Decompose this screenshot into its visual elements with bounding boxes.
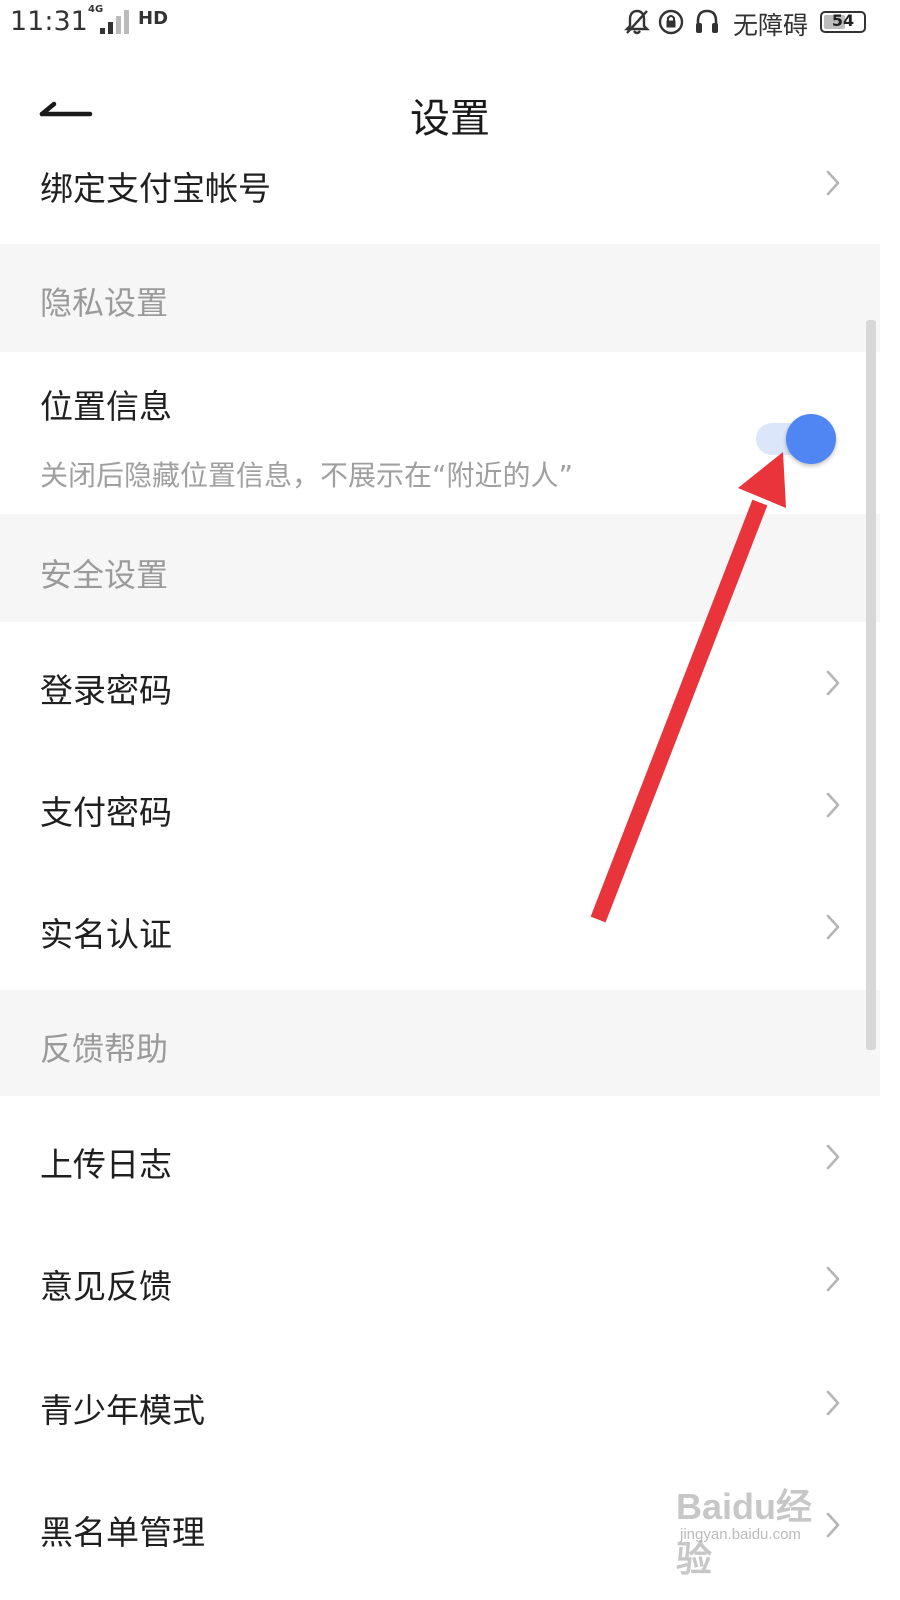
location-toggle[interactable] [754, 414, 838, 466]
section-security-label: 安全设置 [40, 556, 169, 594]
chevron-right-icon [826, 914, 840, 940]
pay-password-row[interactable]: 支付密码 [0, 744, 880, 866]
status-bar: 11:31 4G HD 无障碍 54 [0, 0, 900, 46]
chevron-right-icon [826, 1144, 840, 1170]
rotation-lock-icon [658, 9, 684, 35]
feedback-row[interactable]: 意见反馈 [0, 1218, 880, 1342]
toggle-knob [786, 414, 836, 464]
location-row: 位置信息 关闭后隐藏位置信息，不展示在“附近的人” [0, 352, 880, 514]
login-password-row[interactable]: 登录密码 [0, 622, 880, 744]
section-privacy: 隐私设置 [0, 244, 880, 352]
pay-password-label: 支付密码 [40, 793, 172, 832]
upload-log-label: 上传日志 [40, 1145, 172, 1184]
bind-alipay-label: 绑定支付宝帐号 [40, 169, 271, 208]
section-security: 安全设置 [0, 514, 880, 622]
chevron-right-icon [826, 792, 840, 818]
feedback-label: 意见反馈 [40, 1267, 172, 1306]
watermark-site: jingyan.baidu.com [680, 1526, 801, 1543]
chevron-right-icon [826, 1390, 840, 1416]
bell-muted-icon [624, 9, 650, 35]
blacklist-label: 黑名单管理 [40, 1513, 205, 1552]
bind-alipay-row[interactable]: 绑定支付宝帐号 [0, 140, 880, 244]
chevron-right-icon [826, 170, 840, 196]
section-help: 反馈帮助 [0, 990, 880, 1096]
real-name-row[interactable]: 实名认证 [0, 866, 880, 990]
location-label: 位置信息 [40, 387, 172, 426]
hd-badge: HD [138, 8, 169, 29]
section-help-label: 反馈帮助 [40, 1030, 169, 1068]
battery-level: 54 [831, 11, 855, 30]
status-time: 11:31 [10, 6, 88, 37]
youth-mode-label: 青少年模式 [40, 1391, 205, 1430]
headphones-icon [696, 9, 718, 33]
location-description: 关闭后隐藏位置信息，不展示在“附近的人” [40, 459, 574, 492]
battery-icon: 54 [820, 11, 866, 33]
youth-mode-row[interactable]: 青少年模式 [0, 1342, 880, 1464]
chevron-right-icon [826, 670, 840, 696]
baidu-jingyan-watermark: Baidu经验 jingyan.baidu.com [676, 1470, 846, 1579]
scrollbar[interactable] [866, 320, 876, 1050]
real-name-label: 实名认证 [40, 915, 172, 954]
login-password-label: 登录密码 [40, 671, 172, 710]
section-privacy-label: 隐私设置 [40, 284, 169, 322]
chevron-right-icon [826, 1266, 840, 1292]
page-title: 设置 [410, 96, 490, 142]
upload-log-row[interactable]: 上传日志 [0, 1096, 880, 1218]
accessibility-indicator: 无障碍 [733, 11, 809, 40]
